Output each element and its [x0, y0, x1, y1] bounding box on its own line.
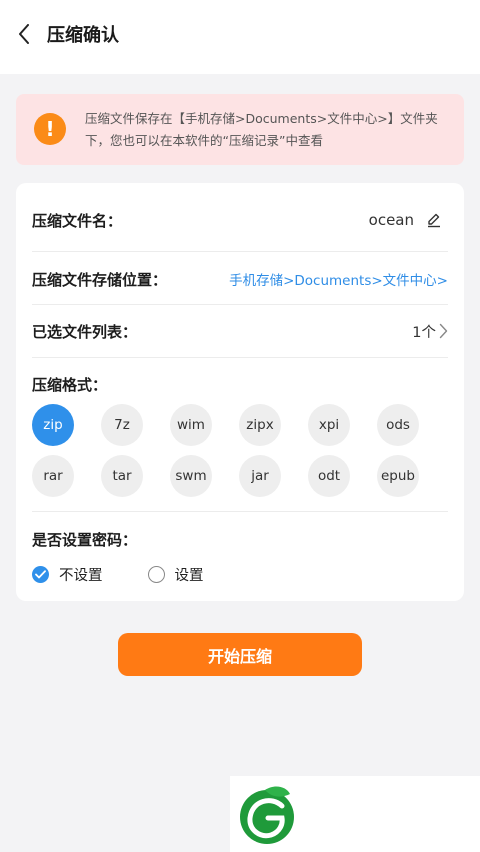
filename-value: ocean	[368, 211, 414, 229]
chevron-right-icon[interactable]	[439, 323, 448, 339]
format-option-wim[interactable]: wim	[170, 404, 212, 446]
location-row[interactable]: 压缩文件存储位置： 手机存储>Documents>文件中心>	[32, 264, 448, 294]
pencil-icon[interactable]	[426, 212, 442, 228]
password-options: 不设置 设置	[32, 564, 249, 585]
start-compress-button[interactable]: 开始压缩	[118, 633, 362, 676]
radio-label: 不设置	[59, 568, 103, 584]
format-option-swm[interactable]: swm	[170, 455, 212, 497]
file-list-row[interactable]: 已选文件列表： 1个	[32, 316, 448, 346]
format-option-epub[interactable]: epub	[377, 455, 419, 497]
format-option-rar[interactable]: rar	[32, 455, 74, 497]
format-option-zipx[interactable]: zipx	[239, 404, 281, 446]
format-option-tar[interactable]: tar	[101, 455, 143, 497]
chevron-left-icon[interactable]	[12, 20, 36, 48]
radio-label: 设置	[174, 568, 204, 584]
warning-icon: !	[34, 113, 66, 145]
location-path-link[interactable]: 手机存储>Documents>文件中心>	[229, 269, 448, 289]
divider	[32, 304, 448, 305]
divider	[32, 357, 448, 358]
password-header-row: 是否设置密码：	[32, 526, 448, 552]
filename-label: 压缩文件名：	[32, 211, 123, 230]
header-bar: 压缩确认	[0, 0, 480, 74]
notice-text: 压缩文件保存在【手机存储>Documents>文件中心>】文件夹下，您也可以在本…	[85, 111, 438, 148]
info-notice: ! 压缩文件保存在【手机存储>Documents>文件中心>】文件夹下，您也可以…	[16, 94, 464, 165]
filename-row[interactable]: 压缩文件名： ocean	[32, 205, 448, 235]
format-option-zip[interactable]: zip	[32, 404, 74, 446]
leaf-logo-icon	[238, 784, 298, 846]
format-option-odt[interactable]: odt	[308, 455, 350, 497]
empty-circle-icon	[147, 566, 165, 583]
format-label: 压缩格式：	[32, 375, 108, 394]
radio-no-password[interactable]: 不设置	[32, 564, 103, 585]
checked-circle-icon	[32, 566, 49, 583]
page-title: 压缩确认	[47, 25, 119, 46]
password-label: 是否设置密码：	[32, 530, 138, 549]
format-option-ods[interactable]: ods	[377, 404, 419, 446]
format-header-row: 压缩格式：	[32, 371, 448, 397]
file-count: 1个	[412, 324, 436, 341]
format-option-jar[interactable]: jar	[239, 455, 281, 497]
settings-card: 压缩文件名： ocean 压缩文件存储位置： 手机存储>Documents>文件…	[16, 183, 464, 601]
file-list-label: 已选文件列表：	[32, 322, 138, 341]
format-option-7z[interactable]: 7z	[101, 404, 143, 446]
radio-set-password[interactable]: 设置	[147, 564, 204, 585]
divider	[32, 251, 448, 252]
format-option-xpi[interactable]: xpi	[308, 404, 350, 446]
divider	[32, 511, 448, 512]
location-label: 压缩文件存储位置：	[32, 270, 168, 289]
